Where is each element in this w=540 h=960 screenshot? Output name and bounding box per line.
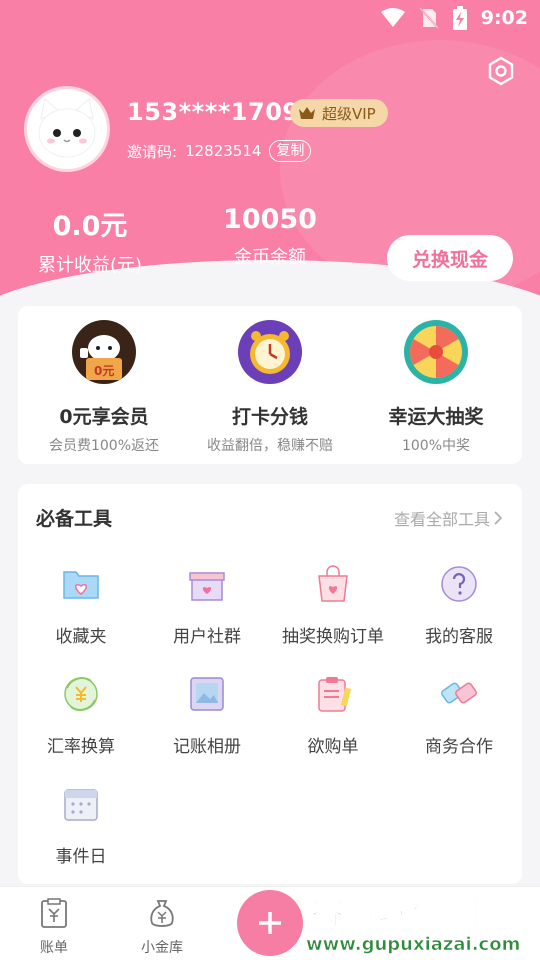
- tool-label: 事件日: [55, 847, 107, 867]
- watermark-url: www.gupuxiazai.com: [306, 934, 520, 955]
- copy-button[interactable]: 复制: [269, 140, 312, 162]
- add-record-button[interactable]: [237, 890, 303, 956]
- watermark-title: 谷普软件园: [310, 893, 480, 933]
- plus-icon: [259, 912, 281, 934]
- redeem-cash-button[interactable]: 兑换现金: [387, 235, 513, 281]
- tool-photo-album[interactable]: 记账相册: [144, 674, 270, 757]
- folder-heart-icon: [63, 571, 99, 599]
- cat-avatar-icon: [38, 98, 96, 158]
- avatar[interactable]: [24, 86, 110, 172]
- tool-community[interactable]: 用户社群: [144, 564, 270, 647]
- tool-event-day[interactable]: 事件日: [18, 784, 144, 867]
- tool-label: 我的客服: [425, 627, 493, 647]
- vip-badge[interactable]: 超级VIP: [290, 99, 388, 127]
- earnings-stat[interactable]: 0.0元 累计收益(元): [24, 204, 156, 277]
- tool-label: 欲购单: [307, 737, 359, 757]
- tool-wishlist[interactable]: 欲购单: [270, 674, 396, 757]
- wifi-icon: [380, 8, 405, 27]
- gift-box-icon: [189, 572, 225, 601]
- handshake-icon: [441, 682, 477, 704]
- invite-prefix: 邀请码:: [127, 142, 178, 161]
- tools-title: 必备工具: [36, 508, 113, 530]
- tool-business[interactable]: 商务合作: [396, 674, 522, 757]
- alarm-clock-icon: [238, 320, 302, 384]
- status-time: 9:02: [480, 7, 528, 29]
- crown-icon: [299, 107, 315, 119]
- site-watermark: 谷普软件园 www.gupuxiazai.com: [306, 892, 521, 955]
- no-sim-icon: [418, 7, 439, 29]
- promo-free-membership[interactable]: 0元 0元享会员 会员费100%返还: [24, 320, 184, 455]
- promo-lucky-draw[interactable]: 幸运大抽奖 100%中奖: [356, 320, 516, 455]
- tool-label: 商务合作: [425, 737, 493, 757]
- tool-exchange-rate[interactable]: 汇率换算: [18, 674, 144, 757]
- tool-favorites[interactable]: 收藏夹: [18, 564, 144, 647]
- earnings-label: 累计收益(元): [37, 255, 143, 276]
- currency-exchange-icon: [64, 677, 98, 711]
- photo-album-icon: [190, 677, 224, 711]
- invite-code-row: 邀请码: 12823514 复制: [127, 140, 312, 162]
- promo-subtitle: 100%中奖: [401, 438, 471, 454]
- bill-icon: [41, 898, 67, 928]
- promo-badge: 0元: [94, 364, 114, 378]
- tool-draw-orders[interactable]: 抽奖换购订单: [270, 564, 396, 647]
- status-bar: 9:02: [0, 0, 540, 36]
- coins-label: 金币余额: [234, 247, 306, 268]
- promo-subtitle: 会员费100%返还: [48, 438, 160, 454]
- tool-label: 用户社群: [173, 627, 241, 647]
- chevron-right-icon: [494, 511, 502, 525]
- user-phone: 153****1709: [127, 98, 300, 126]
- cat-membership-icon: 0元: [72, 320, 136, 384]
- invite-code: 12823514: [185, 142, 262, 160]
- view-all-tools-link[interactable]: 查看全部工具: [394, 506, 502, 530]
- battery-charging-icon: [452, 6, 467, 30]
- tool-label: 记账相册: [173, 737, 241, 757]
- tab-label: 小金库: [141, 940, 183, 956]
- tools-card: 必备工具 查看全部工具 收藏夹 用户社群 抽奖换购订单 我的客服 汇率换算 记账…: [18, 484, 522, 884]
- money-bag-icon: [150, 900, 174, 927]
- tool-label: 汇率换算: [47, 737, 115, 757]
- promo-subtitle: 收益翻倍，稳赚不赔: [207, 438, 333, 454]
- coins-stat[interactable]: 10050 金币余额: [212, 204, 328, 269]
- settings-hexagon-icon[interactable]: [486, 56, 516, 86]
- tab-bills[interactable]: 账单: [14, 897, 94, 957]
- promo-card: 0元 0元享会员 会员费100%返还 打卡分钱 收益翻倍，稳赚不赔 幸运大抽奖 …: [18, 306, 522, 464]
- tool-customer-service[interactable]: 我的客服: [396, 564, 522, 647]
- earnings-value: 0.0元: [52, 211, 128, 242]
- tool-label: 收藏夹: [55, 627, 107, 647]
- promo-title: 幸运大抽奖: [388, 406, 484, 428]
- coins-value: 10050: [223, 204, 317, 235]
- clipboard-icon: [318, 677, 352, 712]
- tab-label: 账单: [40, 940, 68, 956]
- promo-title: 打卡分钱: [231, 406, 308, 428]
- tool-label: 抽奖换购订单: [282, 627, 384, 647]
- tab-vault[interactable]: 小金库: [122, 897, 202, 957]
- promo-title: 0元享会员: [59, 406, 149, 428]
- vip-label: 超级VIP: [322, 104, 376, 123]
- shopping-bag-icon: [318, 565, 348, 602]
- promo-checkin[interactable]: 打卡分钱 收益翻倍，稳赚不赔: [190, 320, 350, 455]
- prize-wheel-icon: [404, 320, 468, 384]
- help-icon: [441, 566, 477, 602]
- view-all-label: 查看全部工具: [393, 510, 490, 529]
- calendar-icon: [64, 789, 98, 821]
